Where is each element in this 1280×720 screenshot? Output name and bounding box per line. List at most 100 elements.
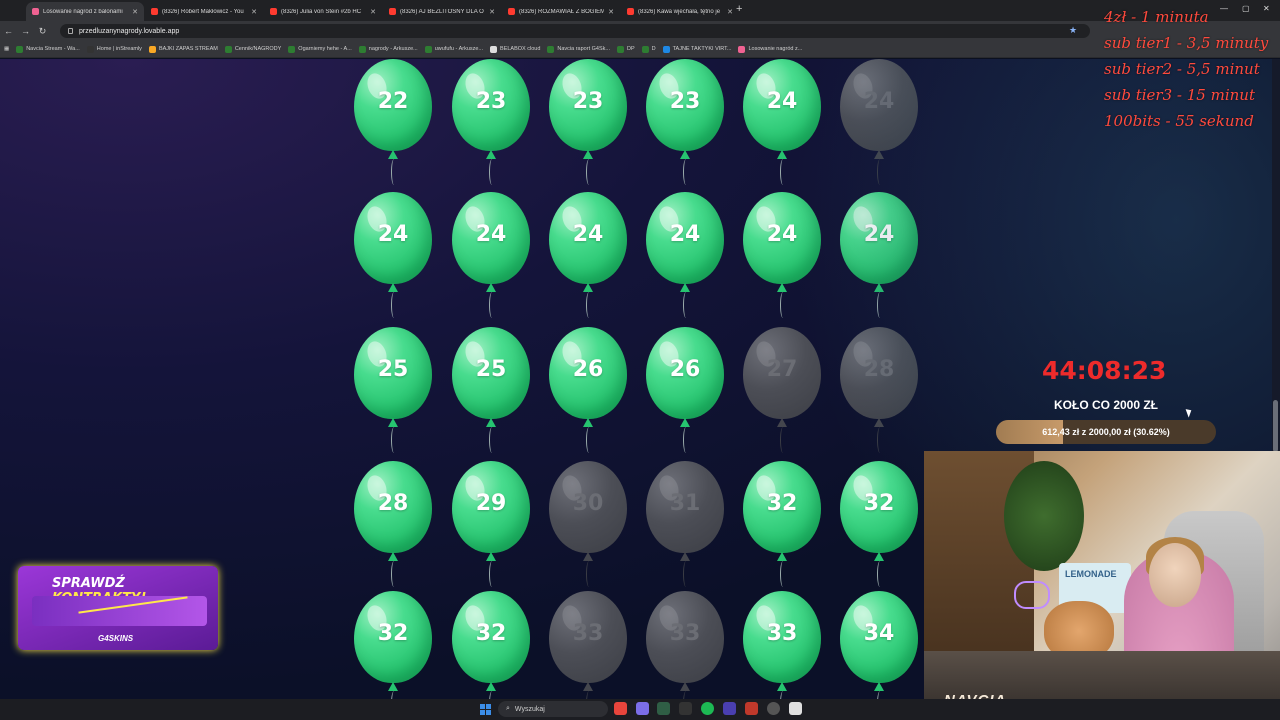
balloon[interactable]: 23 bbox=[646, 59, 724, 191]
bookmark-favicon-icon bbox=[358, 45, 366, 53]
balloon[interactable]: 24 bbox=[452, 192, 530, 324]
balloon[interactable]: 25 bbox=[452, 327, 530, 459]
balloon-string bbox=[877, 561, 883, 587]
balloon[interactable]: 23 bbox=[549, 59, 627, 191]
apps-grid-icon[interactable]: ▦ bbox=[4, 46, 9, 52]
balloon-string bbox=[780, 292, 786, 318]
close-icon[interactable]: ✕ bbox=[489, 8, 495, 16]
close-icon[interactable]: ✕ bbox=[132, 8, 138, 16]
forward-icon[interactable]: → bbox=[17, 26, 34, 36]
balloon-string bbox=[683, 561, 689, 587]
balloon-popped: 27 bbox=[743, 327, 821, 459]
balloon-string bbox=[683, 427, 689, 453]
new-tab-icon[interactable]: + bbox=[736, 3, 742, 15]
balloon-knot bbox=[680, 418, 690, 427]
bookmark-item[interactable]: BAJKI ZAPAS STREAM bbox=[148, 45, 218, 53]
balloon[interactable]: 24 bbox=[743, 192, 821, 324]
balloon-knot bbox=[777, 552, 787, 561]
bookmark-item[interactable]: DP bbox=[616, 45, 635, 53]
promo-banner[interactable]: SPRAWDŹ KONTRAKTY! G4SKINS bbox=[18, 566, 218, 650]
site-info-icon[interactable] bbox=[68, 28, 73, 34]
balloon-knot bbox=[777, 418, 787, 427]
balloon-number: 33 bbox=[572, 621, 604, 646]
balloon[interactable]: 24 bbox=[646, 192, 724, 324]
bookmark-favicon-icon bbox=[224, 45, 232, 53]
tab-5[interactable]: (8326) Kawa wjechała, tętno je ✕ bbox=[621, 2, 739, 21]
spotify-icon[interactable] bbox=[701, 702, 714, 715]
app-icon[interactable] bbox=[789, 702, 802, 715]
address-bar-row: ← → ↻ przedluzanynagrody.lovable.app bbox=[0, 21, 1280, 41]
windows-start-icon[interactable] bbox=[480, 704, 491, 715]
promo-cards-image bbox=[32, 596, 207, 626]
tab-0[interactable]: Losowanie nagród z balonami ✕ bbox=[26, 2, 144, 21]
app-icon[interactable] bbox=[745, 702, 758, 715]
tab-4[interactable]: (8326) ROZMAWIAŁ Z BOGIEM ✕ bbox=[502, 2, 620, 21]
balloon-string bbox=[877, 427, 883, 453]
balloon[interactable]: 26 bbox=[646, 327, 724, 459]
youtube-icon bbox=[627, 8, 634, 15]
balloon-number: 24 bbox=[863, 222, 895, 247]
balloon-knot bbox=[486, 552, 496, 561]
bookmark-item[interactable]: Cennik/NAGRODY bbox=[224, 45, 282, 53]
balloon-string bbox=[877, 292, 883, 318]
balloon[interactable]: 32 bbox=[743, 461, 821, 593]
balloon[interactable]: 32 bbox=[840, 461, 918, 593]
bookmark-item[interactable]: BELABOX cloud bbox=[490, 45, 540, 53]
close-icon[interactable]: ✕ bbox=[608, 8, 614, 16]
bookmark-item[interactable]: Navcia Stream - Wa... bbox=[16, 45, 80, 53]
balloon[interactable]: 22 bbox=[354, 59, 432, 191]
balloon-string bbox=[391, 292, 397, 318]
obs-icon[interactable] bbox=[767, 702, 780, 715]
app-icon[interactable] bbox=[679, 702, 692, 715]
close-icon[interactable]: ✕ bbox=[727, 8, 733, 16]
price-item: sub tier3 - 15 minut bbox=[1104, 86, 1255, 104]
close-icon[interactable]: ✕ bbox=[370, 8, 376, 16]
tab-1[interactable]: (8326) Robert Makłowicz - You ✕ bbox=[145, 2, 263, 21]
reload-icon[interactable]: ↻ bbox=[34, 26, 51, 37]
balloon[interactable]: 24 bbox=[840, 192, 918, 324]
app-icon[interactable] bbox=[723, 702, 736, 715]
balloon-number: 28 bbox=[863, 357, 895, 382]
bookmark-item[interactable]: Home | inStreamly bbox=[86, 45, 142, 53]
back-icon[interactable]: ← bbox=[0, 26, 17, 36]
balloon[interactable]: 23 bbox=[452, 59, 530, 191]
bookmark-item[interactable]: D bbox=[641, 45, 656, 53]
bookmark-item[interactable]: Navcia raport G4Sk... bbox=[547, 45, 610, 53]
tab-3[interactable]: (8326) AJ BEZLITOSNY DLA O ✕ bbox=[383, 2, 501, 21]
balloon-knot bbox=[486, 283, 496, 292]
bookmark-item[interactable]: uwufufu - Arkusze... bbox=[424, 45, 483, 53]
chrome-icon[interactable] bbox=[614, 702, 627, 715]
bookmark-star-icon[interactable]: ★ bbox=[1069, 25, 1077, 36]
bookmark-favicon-icon bbox=[490, 45, 498, 53]
tab-2[interactable]: (8326) Julia von Stein #2b HC ✕ bbox=[264, 2, 382, 21]
tab-label: (8326) Kawa wjechała, tętno je bbox=[638, 8, 721, 15]
balloon-string bbox=[489, 159, 495, 185]
app-icon[interactable] bbox=[636, 702, 649, 715]
bookmark-label: Cennik/NAGRODY bbox=[234, 46, 282, 52]
excel-icon[interactable] bbox=[657, 702, 670, 715]
balloon-knot bbox=[583, 552, 593, 561]
balloon[interactable]: 28 bbox=[354, 461, 432, 593]
balloon[interactable]: 25 bbox=[354, 327, 432, 459]
bookmark-item[interactable]: Ogarniemy hehe - A... bbox=[288, 45, 352, 53]
balloon[interactable]: 26 bbox=[549, 327, 627, 459]
bookmark-label: Navcia raport G4Sk... bbox=[557, 46, 610, 52]
bookmark-item[interactable]: TAJNE TAKTYKI VIRT... bbox=[662, 45, 731, 53]
url-field[interactable]: przedluzanynagrody.lovable.app bbox=[60, 24, 1090, 38]
balloon-knot bbox=[680, 283, 690, 292]
balloon[interactable]: 24 bbox=[549, 192, 627, 324]
scrollbar-thumb[interactable] bbox=[1273, 400, 1278, 452]
balloon[interactable]: 24 bbox=[743, 59, 821, 191]
browser-tab-strip: Losowanie nagród z balonami ✕ (8326) Rob… bbox=[0, 0, 1280, 21]
balloon-knot bbox=[583, 150, 593, 159]
bookmark-item[interactable]: Losowanie nagród z... bbox=[738, 45, 802, 53]
balloon-knot bbox=[583, 418, 593, 427]
balloon[interactable]: 24 bbox=[354, 192, 432, 324]
balloon[interactable]: 29 bbox=[452, 461, 530, 593]
balloon-number: 22 bbox=[377, 89, 409, 114]
bookmark-item[interactable]: nagrody - Arkusze... bbox=[358, 45, 418, 53]
balloon-knot bbox=[388, 682, 398, 691]
close-icon[interactable]: ✕ bbox=[251, 8, 257, 16]
balloon-string bbox=[683, 292, 689, 318]
taskbar-search[interactable]: ⌕ Wyszukaj bbox=[498, 701, 608, 717]
